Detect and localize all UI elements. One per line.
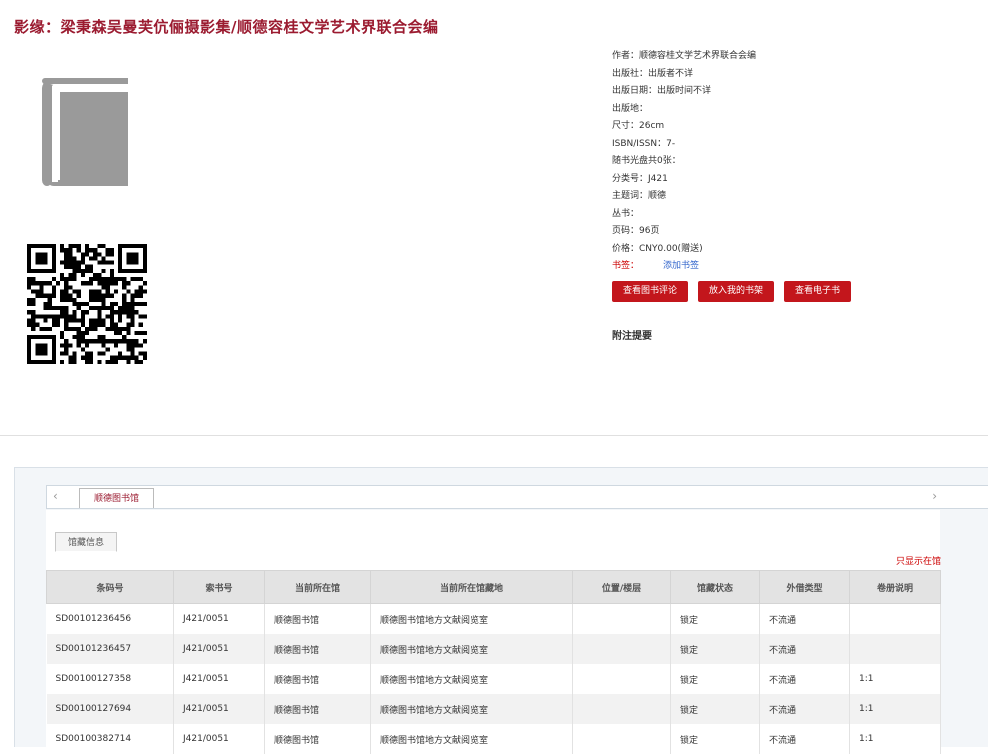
cell-barcode: SD00100382714	[46, 724, 174, 754]
cell-barcode: SD00101236457	[46, 634, 174, 664]
action-buttons: 查看图书评论 放入我的书架 查看电子书	[612, 281, 852, 302]
info-isbn: ISBN/ISSN：7-	[612, 138, 676, 149]
cell-barcode: SD00100127694	[46, 694, 174, 724]
info-pub-place: 出版地：	[612, 103, 649, 114]
cell-location: 顺德图书馆地方文献阅览室	[370, 664, 573, 694]
cell-loan-type: 不流通	[759, 724, 850, 754]
table-row: SD00100127358 J421/0051 顺德图书馆 顺德图书馆地方文献阅…	[46, 664, 941, 694]
info-pub-date: 出版日期：出版时间不详	[612, 86, 712, 96]
chevron-left-icon[interactable]: ‹	[53, 489, 58, 503]
cell-call-number: J421/0051	[173, 603, 265, 634]
table-row: SD00100127694 J421/0051 顺德图书馆 顺德图书馆地方文献阅…	[46, 694, 941, 724]
cell-barcode: SD00100127358	[46, 664, 174, 694]
cell-floor	[572, 664, 671, 694]
only-in-library-toggle[interactable]: 只显示在馆	[896, 554, 941, 567]
info-price: 价格：CNY0.00(赠送)	[612, 243, 703, 254]
qr-code-icon	[27, 244, 147, 364]
bookmark-row: 书签： 添加书签	[612, 258, 756, 276]
holdings-table: 条码号 索书号 当前所在馆 当前所在馆藏地 位置/楼层 馆藏状态 外借类型 卷册…	[46, 570, 941, 754]
cell-volume	[849, 634, 941, 664]
cell-location: 顺德图书馆地方文献阅览室	[370, 603, 573, 634]
cell-call-number: J421/0051	[173, 634, 265, 664]
col-barcode: 条码号	[46, 570, 174, 604]
col-floor: 位置/楼层	[572, 570, 671, 604]
info-publisher: 出版社：出版者不详	[612, 68, 694, 79]
table-row: SD00100382714 J421/0051 顺德图书馆 顺德图书馆地方文献阅…	[46, 724, 941, 754]
table-row: SD00101236457 J421/0051 顺德图书馆 顺德图书馆地方文献阅…	[46, 634, 941, 664]
cell-location: 顺德图书馆地方文献阅览室	[370, 694, 573, 724]
col-call-number: 索书号	[173, 570, 265, 604]
cell-call-number: J421/0051	[173, 724, 265, 754]
cell-library: 顺德图书馆	[264, 724, 371, 754]
cell-loan-type: 不流通	[759, 603, 850, 634]
cell-location: 顺德图书馆地方文献阅览室	[370, 724, 573, 754]
cell-volume: 1:1	[849, 694, 941, 724]
tab-holdings-info[interactable]: 馆藏信息	[55, 532, 118, 552]
info-author: 作者：顺德容桂文学艺术界联合会编	[612, 51, 757, 61]
bookmark-label: 书签：	[612, 261, 640, 271]
annotation-heading: 附注提要	[612, 331, 652, 342]
info-cd: 随书光盘共0张：	[612, 156, 681, 166]
col-current-library: 当前所在馆	[264, 570, 371, 604]
cell-barcode: SD00101236456	[46, 603, 174, 634]
cell-volume	[849, 603, 941, 634]
add-bookmark-link[interactable]: 添加书签	[663, 261, 699, 271]
cell-status: 锁定	[670, 694, 760, 724]
info-series: 丛书：	[612, 208, 640, 219]
cell-floor	[572, 694, 671, 724]
cell-call-number: J421/0051	[173, 664, 265, 694]
divider	[0, 435, 988, 436]
col-loan-type: 外借类型	[759, 570, 850, 604]
view-review-button[interactable]: 查看图书评论	[612, 281, 689, 302]
cell-loan-type: 不流通	[759, 694, 850, 724]
info-subject: 主题词：顺德	[612, 191, 667, 201]
holdings-content: 馆藏信息 只显示在馆 条码号 索书号 当前所在馆 当前所在馆藏地 位置/楼层 馆…	[46, 510, 941, 754]
tab-library[interactable]: 顺德图书馆	[79, 488, 155, 508]
col-current-location: 当前所在馆藏地	[370, 570, 573, 604]
cell-status: 锁定	[670, 724, 760, 754]
cell-status: 锁定	[670, 664, 760, 694]
view-ebook-button[interactable]: 查看电子书	[784, 281, 852, 302]
cell-volume: 1:1	[849, 664, 941, 694]
cell-library: 顺德图书馆	[264, 603, 371, 634]
holdings-panel: ‹ 顺德图书馆 › 馆藏信息 只显示在馆 条码号 索书号 当前所在馆 当前所在馆…	[14, 467, 988, 754]
cell-library: 顺德图书馆	[264, 664, 371, 694]
book-icon	[42, 78, 128, 186]
book-info: 作者：顺德容桂文学艺术界联合会编 出版社：出版者不详 出版日期：出版时间不详 出…	[612, 48, 756, 276]
table-header-row: 条码号 索书号 当前所在馆 当前所在馆藏地 位置/楼层 馆藏状态 外借类型 卷册…	[46, 570, 941, 604]
cell-floor	[572, 724, 671, 754]
cell-floor	[572, 634, 671, 664]
cell-location: 顺德图书馆地方文献阅览室	[370, 634, 573, 664]
cell-library: 顺德图书馆	[264, 634, 371, 664]
cell-loan-type: 不流通	[759, 634, 850, 664]
col-volume: 卷册说明	[849, 570, 941, 604]
info-class: 分类号：J421	[612, 173, 668, 184]
col-status: 馆藏状态	[670, 570, 760, 604]
chevron-right-icon[interactable]: ›	[932, 489, 937, 503]
info-pages: 页码：96页	[612, 226, 660, 236]
cell-status: 锁定	[670, 603, 760, 634]
cell-library: 顺德图书馆	[264, 694, 371, 724]
page-title: 影缘：梁秉森吴曼芙伉俪摄影集/顺德容桂文学艺术界联合会编	[14, 18, 439, 36]
table-row: SD00101236456 J421/0051 顺德图书馆 顺德图书馆地方文献阅…	[46, 603, 941, 634]
cell-call-number: J421/0051	[173, 694, 265, 724]
cell-loan-type: 不流通	[759, 664, 850, 694]
cell-volume: 1:1	[849, 724, 941, 754]
add-to-shelf-button[interactable]: 放入我的书架	[698, 281, 775, 302]
info-size: 尺寸：26cm	[612, 121, 665, 131]
library-tabbar: ‹ 顺德图书馆 ›	[46, 485, 988, 509]
cell-status: 锁定	[670, 634, 760, 664]
cell-floor	[572, 603, 671, 634]
